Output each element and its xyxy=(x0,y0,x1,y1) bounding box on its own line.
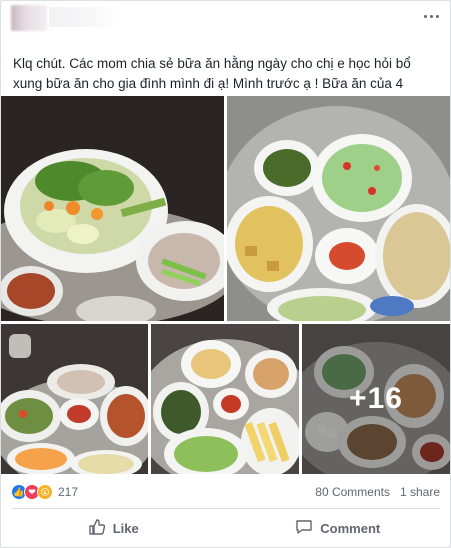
author-name[interactable] xyxy=(49,7,119,27)
like-label: Like xyxy=(112,520,139,536)
avatar[interactable] xyxy=(11,5,47,31)
photo-1[interactable] xyxy=(1,96,224,321)
photo-2[interactable] xyxy=(227,96,450,321)
action-bar: Like Comment xyxy=(1,509,450,547)
like-button[interactable]: Like xyxy=(1,512,226,544)
comment-button[interactable]: Comment xyxy=(226,512,451,544)
comment-count[interactable]: 80 Comments xyxy=(315,485,390,499)
wow-reaction-icon: 😮 xyxy=(37,484,53,500)
thumbs-up-icon xyxy=(88,518,106,539)
comment-icon xyxy=(295,518,313,539)
photo-3[interactable] xyxy=(1,324,148,474)
post-header xyxy=(1,1,450,35)
reaction-count[interactable]: 217 xyxy=(58,485,78,499)
post-card: Klq chút. Các mom chia sẻ bữa ăn hằng ng… xyxy=(0,0,451,548)
reactions[interactable]: 👍 ❤ 😮 217 xyxy=(11,484,78,500)
comment-label: Comment xyxy=(320,520,381,536)
post-stats: 👍 ❤ 😮 217 80 Comments 1 share xyxy=(1,477,450,507)
photo-4[interactable] xyxy=(151,324,299,474)
more-photos-count[interactable]: +16 xyxy=(302,324,450,474)
photo-5[interactable]: +16 xyxy=(302,324,450,474)
more-dots-icon[interactable] xyxy=(422,9,440,23)
photo-grid: +16 xyxy=(1,96,450,474)
share-count[interactable]: 1 share xyxy=(400,485,440,499)
